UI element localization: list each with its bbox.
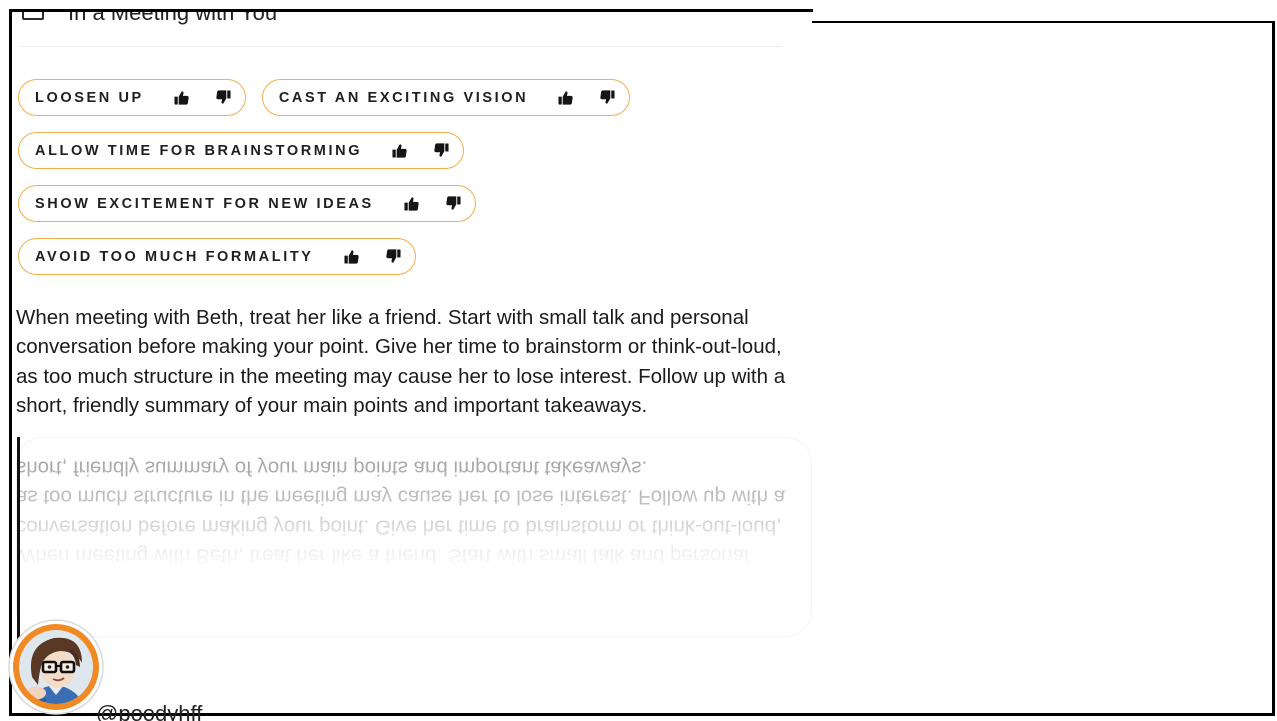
thumbs-up-button[interactable]: [404, 196, 419, 211]
thumbs-up-button[interactable]: [392, 143, 407, 158]
tip-label: AVOID TOO MUCH FORMALITY: [35, 248, 314, 265]
tip-label: ALLOW TIME FOR BRAINSTORMING: [35, 142, 363, 159]
tip-chip-show-excitement-for-new-ideas: SHOW EXCITEMENT FOR NEW IDEAS: [18, 185, 476, 222]
thumbs-down-button[interactable]: [600, 90, 615, 105]
tip-label: CAST AN EXCITING VISION: [278, 89, 529, 106]
thumbs-down-icon[interactable]: [385, 249, 401, 264]
thumbs-down-button[interactable]: [446, 196, 461, 211]
tip-label: SHOW EXCITEMENT FOR NEW IDEAS: [35, 195, 374, 212]
presenter-handle-box: @poodyhff: [96, 702, 246, 721]
thumbs-down-button[interactable]: [434, 143, 449, 158]
avatar: [8, 619, 104, 715]
tip-chip-loosen-up: LOOSEN UP: [18, 79, 246, 116]
advice-reflection-text: When meeting with Beth, treat her like a…: [16, 456, 786, 568]
thumbs-up-button[interactable]: [174, 90, 189, 105]
thumbs-down-icon[interactable]: [434, 143, 449, 158]
advice-paragraph: When meeting with Beth, treat her like a…: [16, 306, 786, 418]
tip-row: AVOID TOO MUCH FORMALITY: [18, 238, 416, 275]
thumbs-up-icon[interactable]: [174, 90, 189, 105]
content-viewport: In a Meeting with You LOOSEN UP CAST AN …: [12, 12, 1272, 713]
thumbs-up-icon[interactable]: [404, 196, 419, 211]
thumbs-down-icon[interactable]: [446, 196, 461, 211]
presenter-handle: @poodyhff: [96, 702, 203, 721]
tip-chip-allow-time-for-brainstorming: ALLOW TIME FOR BRAINSTORMING: [18, 132, 465, 169]
frame-border-right: [1272, 21, 1275, 716]
section-title: In a Meeting with You: [68, 12, 278, 25]
tip-chip-avoid-too-much-formality: AVOID TOO MUCH FORMALITY: [18, 238, 416, 275]
tip-row: SHOW EXCITEMENT FOR NEW IDEAS: [18, 185, 476, 222]
reflection-edge-line: [17, 437, 20, 649]
section-divider: [20, 46, 782, 47]
thumbs-up-button[interactable]: [558, 90, 573, 105]
thumbs-up-icon[interactable]: [344, 249, 359, 264]
thumbs-down-icon[interactable]: [216, 90, 231, 105]
thumbs-up-button[interactable]: [344, 249, 359, 264]
thumbs-down-button[interactable]: [385, 249, 401, 264]
thumbs-up-icon[interactable]: [392, 143, 407, 158]
tip-chip-cast-an-exciting-vision: CAST AN EXCITING VISION: [261, 79, 631, 116]
thumbs-up-icon[interactable]: [558, 90, 573, 105]
avatar-illustration: [8, 619, 104, 715]
tip-row: LOOSEN UP CAST AN EXCITING VISION: [18, 79, 631, 116]
checkbox-icon[interactable]: [22, 12, 44, 20]
tip-row: ALLOW TIME FOR BRAINSTORMING: [18, 132, 465, 169]
thumbs-down-button[interactable]: [216, 90, 231, 105]
thumbs-down-icon[interactable]: [600, 90, 615, 105]
tip-label: LOOSEN UP: [35, 89, 144, 106]
advice-reflection: When meeting with Beth, treat her like a…: [16, 453, 797, 571]
